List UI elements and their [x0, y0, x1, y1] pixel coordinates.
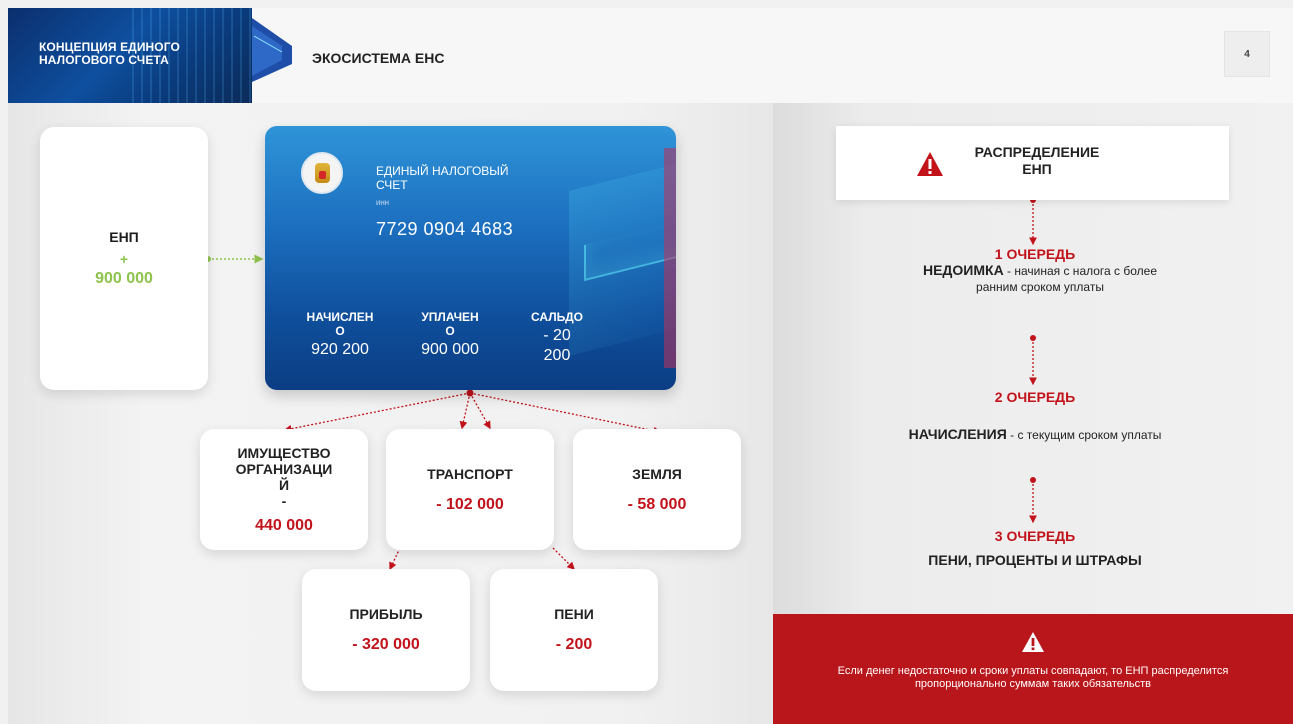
- queue-2-heading: 2 ОЧЕРЕДЬ: [994, 389, 1076, 405]
- queue-1-heading: 1 ОЧЕРЕДЬ: [994, 246, 1076, 262]
- enp-title: ЕНП: [109, 229, 139, 245]
- balance-column: САЛЬДО - 20 200: [518, 310, 596, 366]
- queue-1-text: - начиная с налога с более ранним сроком…: [976, 264, 1158, 294]
- brand-chevron-icon: [252, 18, 292, 82]
- tax-card-penalties: ПЕНИ - 200: [490, 569, 658, 691]
- paid-label: УПЛАЧЕН О: [421, 310, 479, 338]
- footer-warning: Если денег недостаточно и сроки уплаты с…: [773, 614, 1293, 724]
- tax-card-property: ИМУЩЕСТВО ОРГАНИЗАЦИ Й - 440 000: [200, 429, 368, 550]
- balance-label: САЛЬДО: [531, 310, 583, 324]
- tax-title: ИМУЩЕСТВО ОРГАНИЗАЦИ Й -: [235, 444, 333, 509]
- inn-number: 7729 0904 4683: [376, 219, 514, 239]
- balance-value: - 20 200: [543, 327, 571, 364]
- tax-card-land: ЗЕМЛЯ - 58 000: [573, 429, 741, 550]
- queue-3-description: ПЕНИ, ПРОЦЕНТЫ И ШТРАФЫ: [928, 552, 1142, 568]
- tax-title: ТРАНСПОРТ: [427, 465, 513, 482]
- tax-value: - 320 000: [352, 636, 420, 653]
- account-card: ЕДИНЫЙ НАЛОГОВЫЙ СЧЕТ ИНН 7729 0904 4683…: [265, 126, 676, 390]
- page-title: ЭКОСИСТЕМА ЕНС: [312, 50, 445, 66]
- enp-value: 900 000: [95, 270, 153, 287]
- tax-value: - 102 000: [436, 495, 504, 513]
- accrued-value: 920 200: [311, 341, 369, 358]
- tax-card-profit: ПРИБЫЛЬ - 320 000: [302, 569, 470, 691]
- tax-value: - 58 000: [627, 495, 687, 513]
- enp-plus: +: [119, 251, 129, 267]
- account-name: ЕДИНЫЙ НАЛОГОВЫЙ СЧЕТ: [376, 164, 509, 192]
- card-accent-bar: [664, 148, 676, 368]
- tax-card-transport: ТРАНСПОРТ - 102 000: [386, 429, 554, 550]
- fns-emblem-icon: [301, 152, 343, 194]
- accrued-column: НАЧИСЛЕН О 920 200: [300, 310, 380, 360]
- accrued-label: НАЧИСЛЕН О: [306, 310, 374, 338]
- inn-label: ИНН: [376, 201, 389, 207]
- queue-1-bold: НЕДОИМКА: [922, 262, 1004, 278]
- tax-title: ПРИБЫЛЬ: [349, 606, 423, 622]
- enp-card: ЕНП + 900 000: [40, 127, 208, 390]
- tax-title: ПЕНИ: [554, 606, 594, 622]
- distribution-title: РАСПРЕДЕЛЕНИЕ ЕНП: [974, 144, 1100, 177]
- queue-2-bold: НАЧИСЛЕНИЯ: [908, 426, 1007, 442]
- footer-warning-text: Если денег недостаточно и сроки уплаты с…: [837, 665, 1229, 690]
- warning-icon: [1022, 632, 1044, 652]
- warning-icon: [917, 152, 943, 176]
- brand-banner: КОНЦЕПЦИЯ ЕДИНОГО НАЛОГОВОГО СЧЕТА: [8, 8, 252, 103]
- distribution-header: РАСПРЕДЕЛЕНИЕ ЕНП: [836, 126, 1229, 200]
- tax-title: ЗЕМЛЯ: [632, 465, 682, 482]
- tax-value: - 200: [555, 636, 593, 653]
- tax-value: 440 000: [255, 516, 313, 534]
- paid-value: 900 000: [421, 341, 479, 358]
- queue-1-description: НЕДОИМКА - начиная с налога с более ранн…: [905, 262, 1175, 295]
- page-number: 4: [1224, 31, 1270, 77]
- queue-2-text: - с текущим сроком уплаты: [1006, 428, 1162, 442]
- queue-3-heading: 3 ОЧЕРЕДЬ: [994, 528, 1076, 544]
- queue-2-description: НАЧИСЛЕНИЯ - с текущим сроком уплаты: [900, 426, 1170, 443]
- brand-title: КОНЦЕПЦИЯ ЕДИНОГО НАЛОГОВОГО СЧЕТА: [39, 40, 180, 67]
- paid-column: УПЛАЧЕН О 900 000: [410, 310, 490, 360]
